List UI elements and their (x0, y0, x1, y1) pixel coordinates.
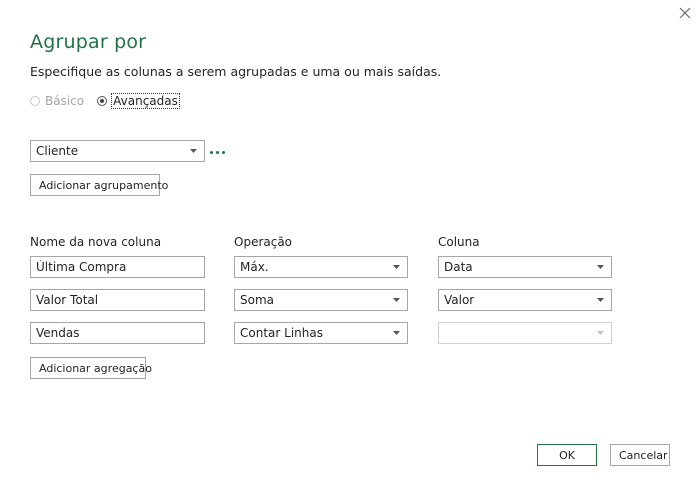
group-by-column-value: Cliente (36, 144, 79, 158)
header-column: Coluna (438, 235, 480, 249)
column-value: Valor (444, 293, 475, 307)
operation-select[interactable]: Soma (234, 289, 408, 311)
dialog-title: Agrupar por (30, 31, 147, 53)
operation-value: Soma (240, 293, 275, 307)
more-options-icon[interactable] (210, 148, 230, 156)
ok-button[interactable]: OK (537, 444, 597, 466)
new-column-name-input[interactable] (30, 322, 205, 344)
chevron-down-icon (185, 149, 201, 153)
radio-selected-icon (97, 96, 108, 106)
add-grouping-button[interactable]: Adicionar agrupamento (30, 174, 168, 196)
radio-advanced-label: Avançadas (111, 93, 180, 109)
header-operation: Operação (234, 235, 293, 249)
chevron-down-icon (388, 331, 404, 335)
radio-advanced[interactable]: Avançadas (97, 93, 180, 109)
operation-value: Máx. (240, 260, 269, 274)
column-select[interactable]: Valor (438, 289, 612, 311)
close-icon (679, 7, 691, 19)
radio-circle-icon (30, 96, 40, 106)
column-select[interactable]: Data (438, 256, 612, 278)
column-select-disabled (438, 322, 612, 344)
chevron-down-icon (592, 331, 608, 335)
new-column-name-input[interactable] (30, 256, 205, 278)
column-value: Data (444, 260, 473, 274)
operation-value: Contar Linhas (240, 326, 323, 340)
radio-basic-label: Básico (45, 94, 85, 108)
chevron-down-icon (592, 265, 608, 269)
new-column-name-input[interactable] (30, 289, 205, 311)
radio-basic[interactable]: Básico (30, 94, 84, 108)
group-by-column-select[interactable]: Cliente (30, 140, 205, 162)
add-aggregation-button[interactable]: Adicionar agregação (30, 357, 152, 379)
chevron-down-icon (388, 298, 404, 302)
operation-select[interactable]: Contar Linhas (234, 322, 408, 344)
chevron-down-icon (388, 265, 404, 269)
close-button[interactable] (676, 4, 694, 22)
operation-select[interactable]: Máx. (234, 256, 408, 278)
mode-radio-group: Básico Avançadas (30, 93, 192, 109)
dialog-subtitle: Especifique as colunas a serem agrupadas… (30, 64, 442, 79)
cancel-button[interactable]: Cancelar (610, 444, 670, 466)
chevron-down-icon (592, 298, 608, 302)
header-new-column-name: Nome da nova coluna (30, 235, 162, 249)
